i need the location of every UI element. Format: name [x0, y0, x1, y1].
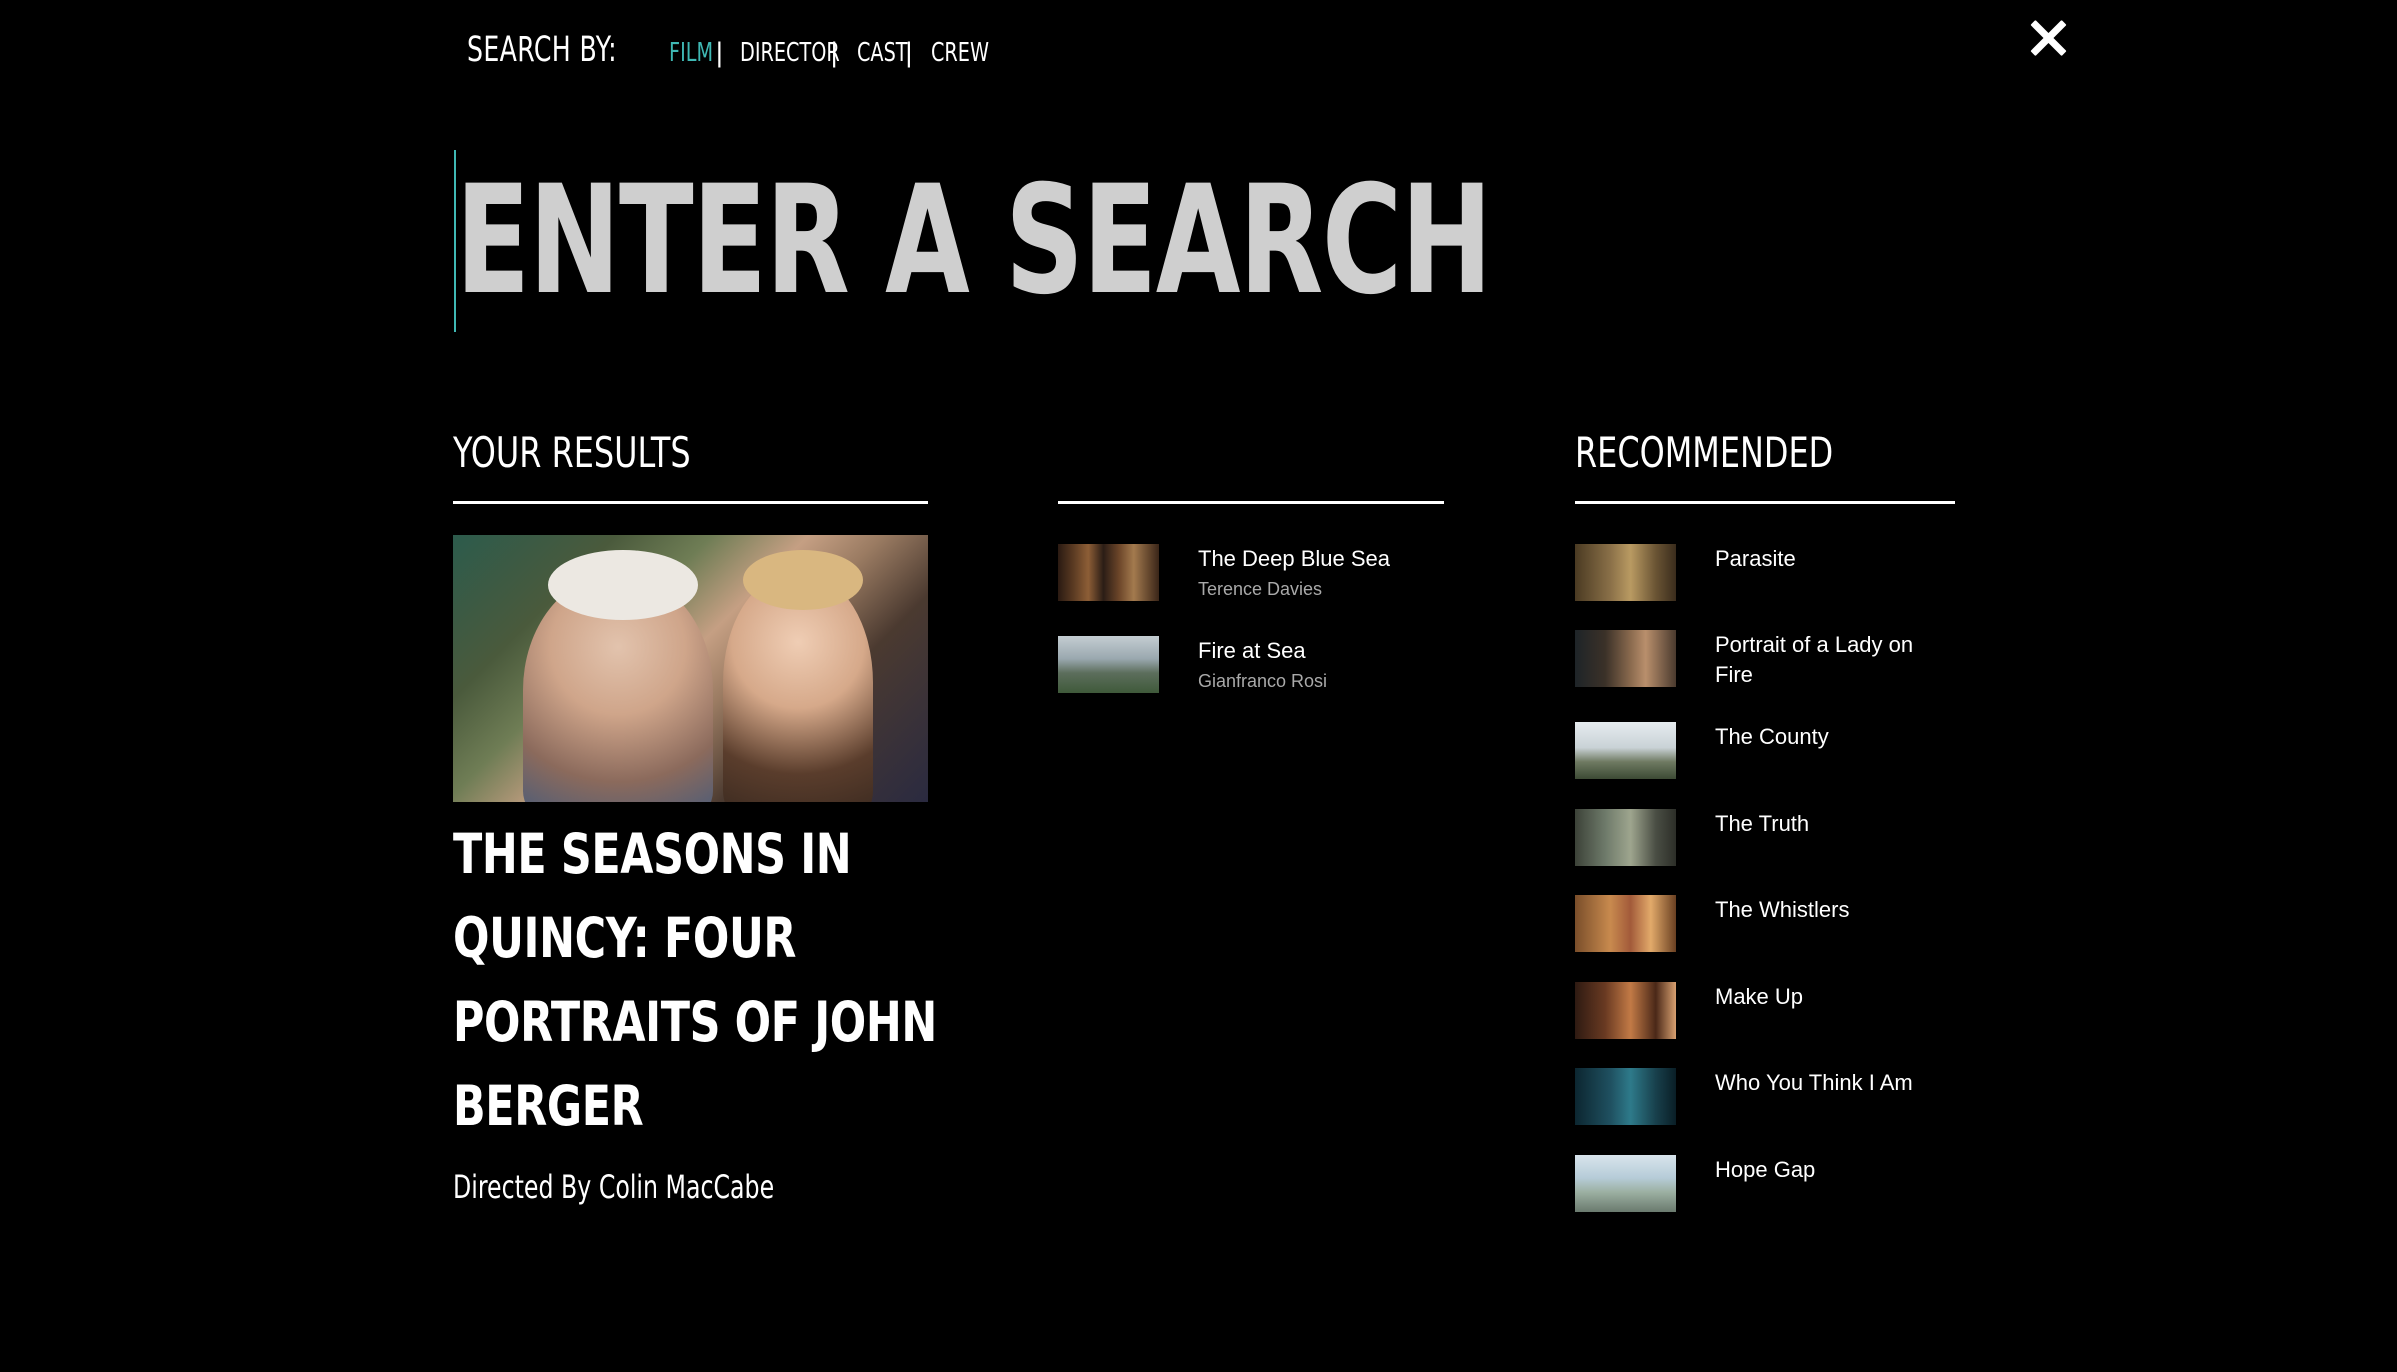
featured-film-director: Directed By Colin MacCabe — [453, 1168, 775, 1206]
film-thumbnail — [1575, 982, 1676, 1039]
results-heading: YOUR RESULTS — [453, 428, 691, 477]
recommended-title: The County — [1715, 724, 1829, 749]
recommended-heading: RECOMMENDED — [1575, 428, 1834, 477]
search-input[interactable] — [454, 150, 1951, 332]
result-item[interactable]: The Deep Blue Sea Terence Davies — [1058, 544, 1390, 604]
search-by-label: SEARCH BY: — [467, 30, 618, 70]
image-figure — [548, 550, 698, 620]
film-thumbnail — [1575, 1068, 1676, 1125]
recommended-title: Who You Think I Am — [1715, 1070, 1913, 1095]
featured-film-image[interactable] — [453, 535, 928, 802]
result-item[interactable]: Fire at Sea Gianfranco Rosi — [1058, 636, 1327, 696]
film-thumbnail — [1575, 722, 1676, 779]
search-by-cast-tab[interactable]: CAST — [857, 38, 908, 68]
recommended-title: Portrait of a Lady on Fire — [1715, 632, 1914, 687]
text-caret — [454, 150, 456, 332]
result-director: Terence Davies — [1198, 579, 1323, 599]
separator: | — [715, 38, 724, 68]
recommended-title: The Truth — [1715, 811, 1810, 836]
result-title: Fire at Sea — [1198, 638, 1306, 663]
film-thumbnail — [1575, 1155, 1676, 1212]
search-field-wrapper — [454, 150, 1954, 332]
recommended-title: Parasite — [1715, 546, 1796, 571]
results-divider — [453, 501, 928, 504]
search-overlay: SEARCH BY: FILM | DIRECTOR | CAST | CREW… — [0, 0, 2397, 1372]
search-by-nav: SEARCH BY: FILM | DIRECTOR | CAST | CREW — [467, 30, 989, 70]
recommended-item[interactable]: Portrait of a Lady on Fire — [1575, 630, 1955, 690]
close-icon[interactable] — [2025, 14, 2071, 60]
recommended-item[interactable]: Make Up — [1575, 982, 1955, 1039]
film-thumbnail — [1575, 630, 1676, 687]
title-line: BERGER — [453, 1074, 644, 1138]
recommended-item[interactable]: Hope Gap — [1575, 1155, 1955, 1212]
result-director: Gianfranco Rosi — [1198, 671, 1328, 691]
recommended-title: The Whistlers — [1715, 897, 1850, 922]
recommended-item[interactable]: The County — [1575, 722, 1955, 779]
film-thumbnail — [1058, 636, 1159, 693]
search-by-film-tab[interactable]: FILM — [669, 38, 713, 68]
film-thumbnail — [1058, 544, 1159, 601]
recommended-item[interactable]: Parasite — [1575, 544, 1955, 601]
search-by-crew-tab[interactable]: CREW — [931, 38, 989, 68]
recommended-divider — [1575, 501, 1955, 504]
recommended-title: Hope Gap — [1715, 1157, 1816, 1182]
recommended-item[interactable]: The Truth — [1575, 809, 1955, 866]
title-line: QUINCY: FOUR — [453, 906, 797, 970]
title-line: PORTRAITS OF JOHN — [453, 990, 937, 1054]
search-by-director-tab[interactable]: DIRECTOR — [740, 38, 840, 68]
title-line: THE SEASONS IN — [453, 822, 852, 886]
result-title: The Deep Blue Sea — [1198, 546, 1391, 571]
recommended-item[interactable]: The Whistlers — [1575, 895, 1955, 952]
search-by-options: FILM | DIRECTOR | CAST | CREW — [669, 38, 989, 68]
results-list-divider — [1058, 501, 1444, 504]
image-figure — [743, 550, 863, 610]
recommended-title: Make Up — [1715, 984, 1804, 1009]
featured-film-title[interactable]: THE SEASONS IN QUINCY: FOUR PORTRAITS OF… — [453, 812, 937, 1148]
film-thumbnail — [1575, 895, 1676, 952]
film-thumbnail — [1575, 544, 1676, 601]
recommended-item[interactable]: Who You Think I Am — [1575, 1068, 1955, 1125]
film-thumbnail — [1575, 809, 1676, 866]
